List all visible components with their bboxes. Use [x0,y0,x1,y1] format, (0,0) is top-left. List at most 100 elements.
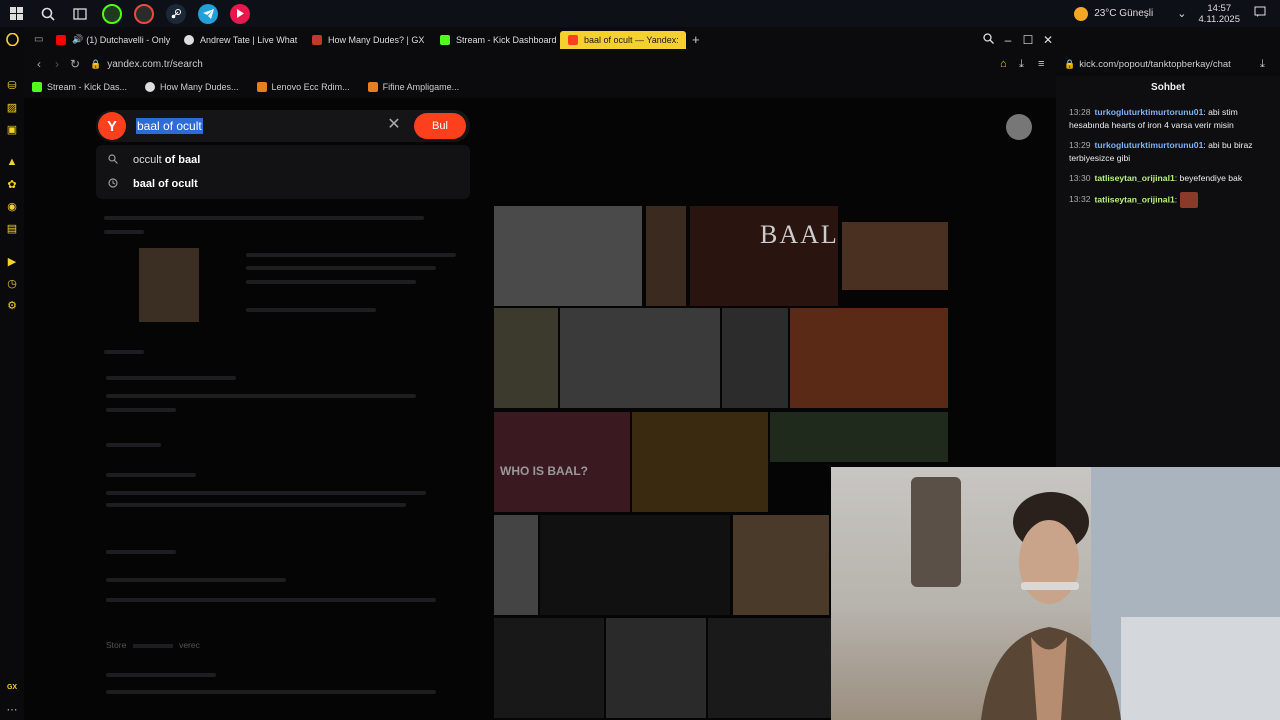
image-result[interactable] [770,412,948,462]
bookmark-lenovo[interactable]: Lenovo Ecc Rdim... [256,82,350,92]
image-result[interactable] [494,515,538,615]
image-result[interactable] [733,515,829,615]
opera-gx-logo-icon[interactable] [4,31,20,47]
lock-icon: 🔒 [1064,58,1076,69]
result-text [104,230,144,234]
image-result[interactable]: BAAL [690,206,838,306]
gx-control-icon[interactable]: ⛁ [4,77,20,93]
image-result[interactable] [646,206,686,306]
new-tab-icon[interactable]: + [692,32,700,47]
message-time: 13:29 [1069,140,1091,150]
chatgpt-sidebar-icon[interactable]: ✿ [4,176,20,192]
webcam-person-image [981,492,1121,720]
search-button[interactable]: Bul [414,113,466,139]
clear-icon[interactable]: ✕ [386,117,402,133]
twitch-chat-sidebar-icon[interactable]: ▤ [4,220,20,236]
telegram-taskbar-icon[interactable] [198,3,218,24]
player-sidebar-icon[interactable]: ▶ [4,253,20,269]
tab-kick-dashboard[interactable]: Stream - Kick Dashboard [432,27,560,52]
message-username[interactable]: turkogluturktimurtorunu01 [1095,107,1204,117]
media-player-taskbar-icon[interactable] [230,3,250,24]
result-text [106,443,161,447]
image-result[interactable]: WHO IS BAAL? [494,412,630,512]
close-icon[interactable]: ✕ [1038,33,1058,47]
windows-start-icon[interactable] [0,0,32,27]
image-result[interactable] [494,618,604,718]
reload-icon[interactable]: ↻ [66,57,84,71]
message-username[interactable]: tatliseytan_orijinal1 [1095,173,1175,183]
forward-icon[interactable]: › [48,57,66,71]
bookmark-fifine[interactable]: Fifine Ampligame... [367,82,460,92]
image-result[interactable] [842,222,948,290]
image-result[interactable] [494,206,642,306]
bookmark-how-many-dudes[interactable]: How Many Dudes... [145,82,239,92]
back-icon[interactable]: ‹ [30,57,48,71]
settings-gear-icon[interactable]: ⚙ [4,297,20,313]
chat-message: 13:30 tatliseytan_orijinal1: beyefendiye … [1069,173,1243,183]
result-text [246,253,456,257]
notification-icon[interactable] [1254,6,1266,21]
message-username[interactable]: turkogluturktimurtorunu01 [1095,140,1204,150]
workspace-icon[interactable]: ▭ [34,34,48,45]
snapshot-icon[interactable]: ⌂ [1000,58,1007,70]
maximize-icon[interactable]: ☐ [1018,33,1038,47]
recorder-taskbar-icon[interactable] [134,3,154,24]
image-result[interactable] [540,515,730,615]
tab-andrew-tate[interactable]: Andrew Tate | Live What [176,27,304,52]
clock-time: 14:57 [1207,2,1232,14]
history-sidebar-icon[interactable]: ◷ [4,275,20,291]
bookmark-label: Fifine Ampligame... [382,82,460,92]
tab-youtube[interactable]: 🔊 (1) Dutchavelli - Only [48,27,176,52]
more-icon[interactable]: ⋯ [4,701,20,717]
task-view-icon[interactable] [64,0,96,27]
minimize-icon[interactable]: – [998,33,1018,47]
bookmark-label: Lenovo Ecc Rdim... [271,82,350,92]
suggestion-item[interactable]: baal of ocult [106,174,198,194]
tab-how-many-dudes[interactable]: How Many Dudes? | GX [304,27,432,52]
message-username[interactable]: tatliseytan_orijinal1 [1095,194,1175,204]
twitch-sidebar-icon[interactable]: ▣ [4,121,20,137]
result-snippet: Store verec [106,640,200,650]
image-result[interactable] [606,618,706,718]
download-icon[interactable]: ⤓ [1019,58,1024,71]
bookmarks-bar: Stream - Kick Das... How Many Dudes... L… [24,76,1056,98]
taskbar-clock[interactable]: 14:57 4.11.2025 [1198,3,1240,25]
tab-label: Stream - Kick Dashboard [456,34,557,45]
opera-gx-sidebar: ⛁ ▨ ▣ ▲ ✿ ◉ ▤ ▶ ◷ ⚙ GX ⋯ [0,27,24,720]
opera-gx-taskbar-icon[interactable] [102,3,122,24]
yandex-logo[interactable]: Y [98,112,126,140]
discord-sidebar-icon[interactable]: ◉ [4,198,20,214]
tab-label: baal of ocult — Yandex: [584,34,679,45]
page-favicon-icon [184,34,194,45]
image-result[interactable] [722,308,788,408]
chat-url-field[interactable]: kick.com/popout/tanktopberkay/chat [1079,59,1231,70]
search-tabs-icon[interactable] [978,32,998,47]
search-input[interactable]: baal of ocult [136,118,203,134]
store-text: Store [106,640,127,650]
image-result[interactable] [560,308,720,408]
image-result[interactable] [790,308,948,408]
avatar[interactable] [1006,114,1032,140]
image-result[interactable] [494,308,558,408]
result-thumbnail[interactable] [139,248,199,322]
url-field[interactable]: yandex.com.tr/search [107,59,203,70]
music-sidebar-icon[interactable]: ▲ [4,154,20,170]
steam-taskbar-icon[interactable] [166,3,186,24]
suggestion-item[interactable]: occult of baal [106,150,200,170]
weather-text[interactable]: 23°C Güneşli [1094,8,1153,19]
address-bar: ‹ › ↻ 🔒 yandex.com.tr/search ⌂ ⤓ ≡ [24,52,1056,76]
chevron-up-icon[interactable]: ⌄ [1177,7,1186,20]
image-result[interactable] [708,618,832,718]
download-icon[interactable]: ⤓ [1260,58,1265,71]
webcam-overlay [831,467,1280,720]
bookmark-kick-dashboard[interactable]: Stream - Kick Das... [32,82,127,92]
result-text [106,598,436,602]
gx-corner-icon[interactable]: ▨ [4,99,20,115]
image-who-is-baal-text: WHO IS BAAL? [500,464,588,478]
menu-icon[interactable]: ≡ [1038,58,1044,70]
search-icon[interactable] [32,0,64,27]
tab-yandex-search[interactable]: baal of ocult — Yandex: [560,30,686,49]
image-result[interactable] [632,412,768,512]
gx-label[interactable]: GX [4,679,20,695]
page-favicon-icon [145,82,156,92]
